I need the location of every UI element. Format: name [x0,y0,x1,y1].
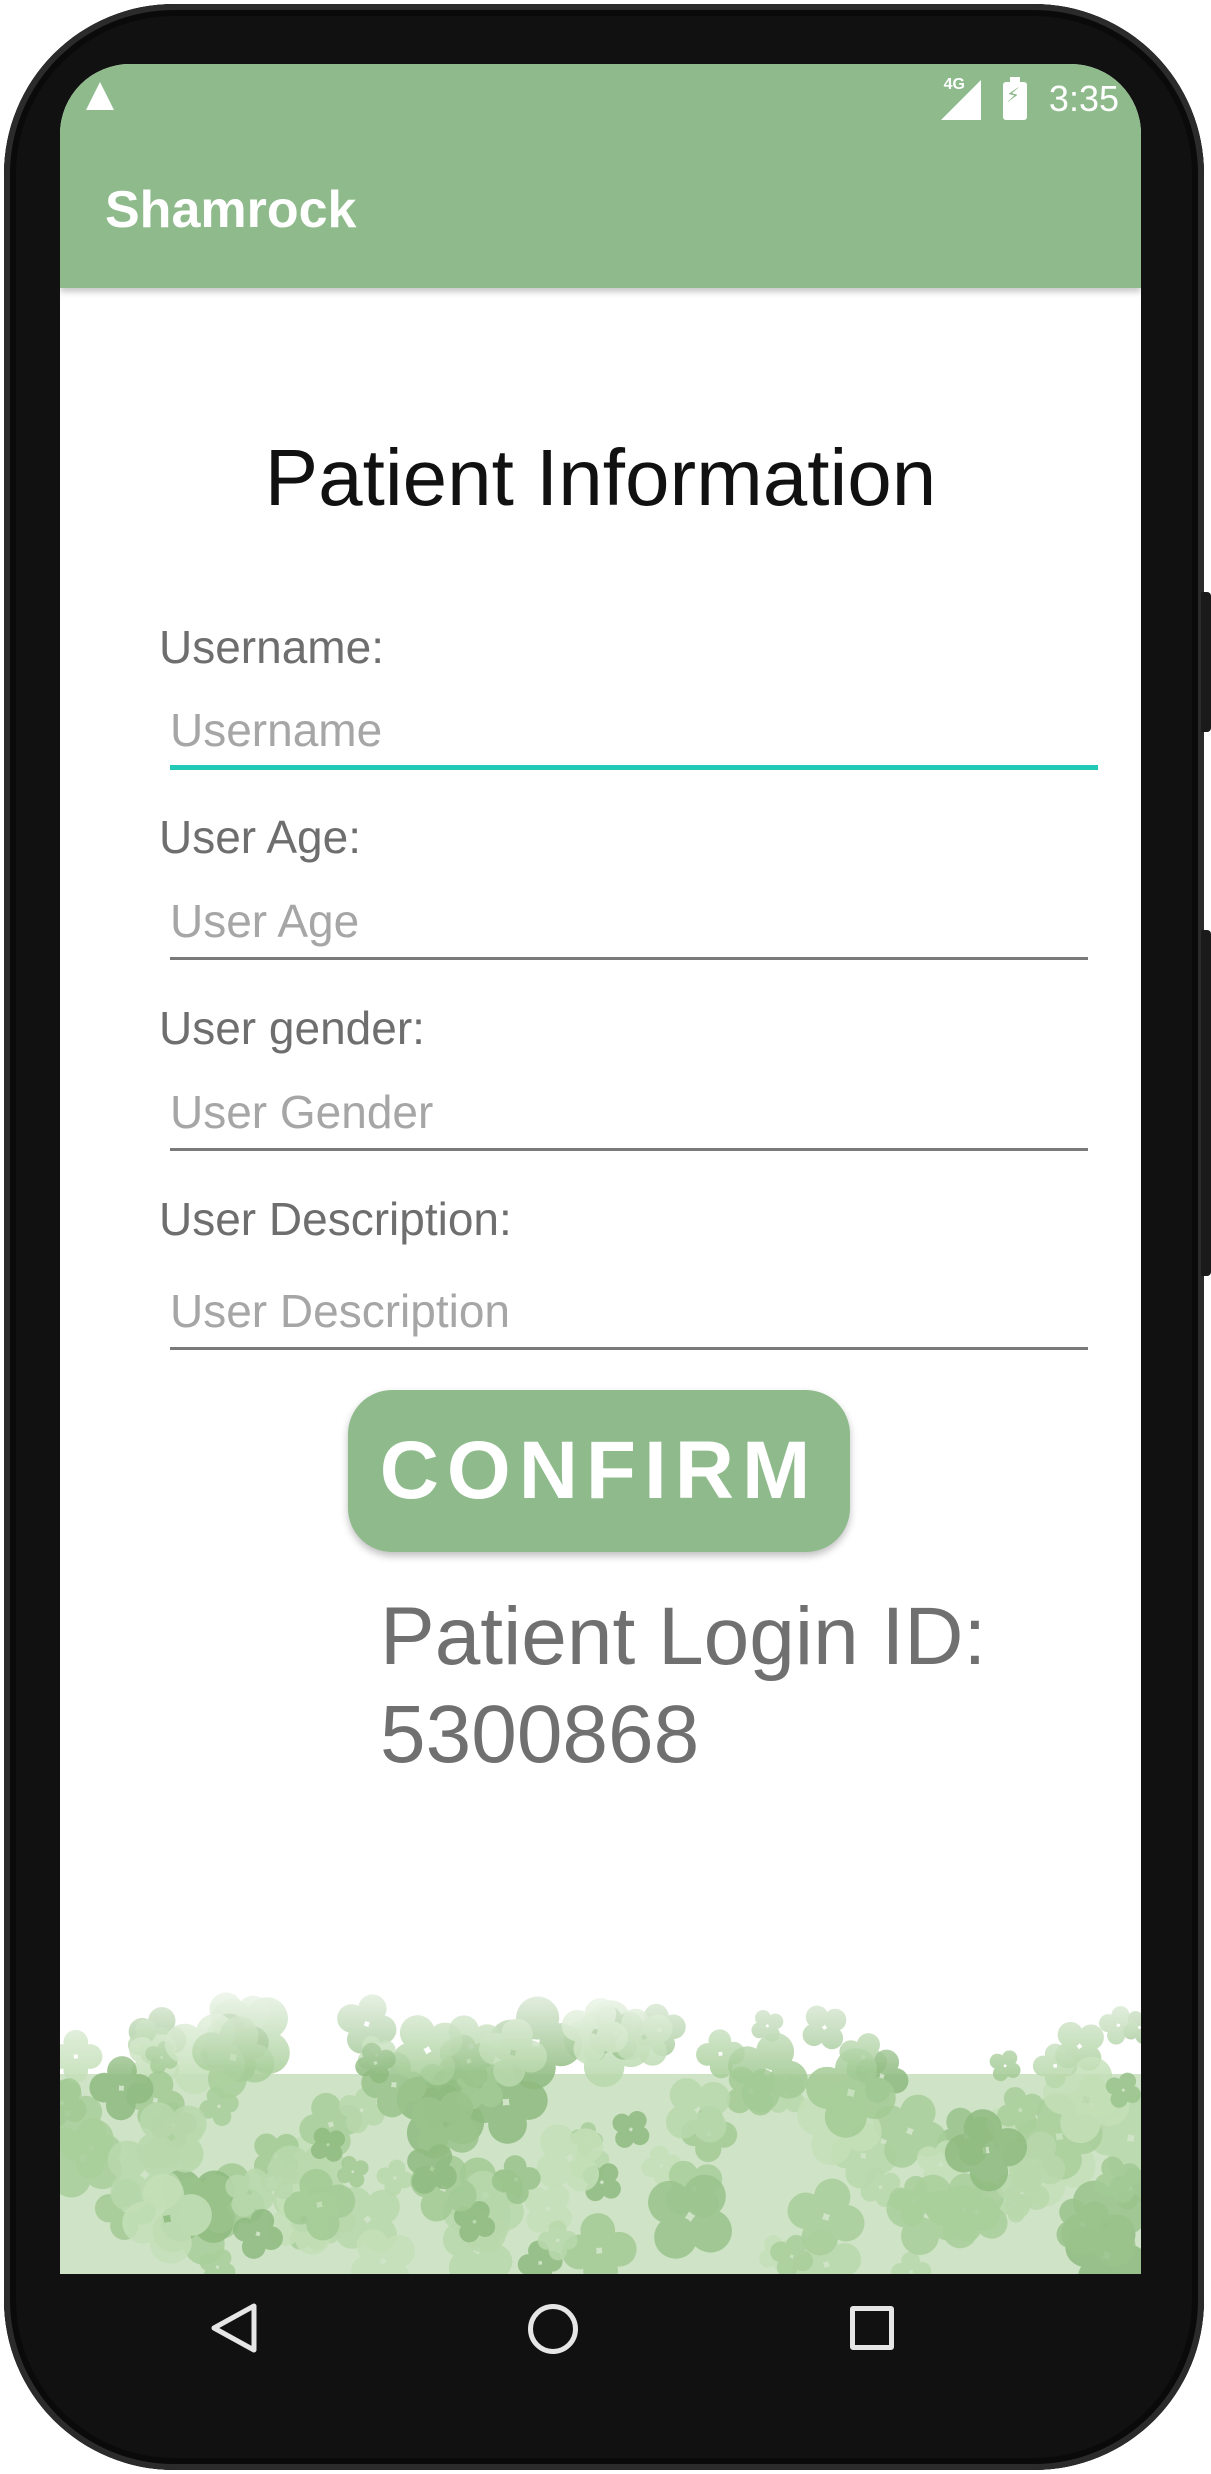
app-bar: 4G 3:35 Shamrock [60,64,1141,288]
recents-icon[interactable] [850,2306,894,2350]
login-id-label: Patient Login ID: [380,1591,987,1682]
gender-input[interactable] [170,1075,1088,1151]
app-title: Shamrock [105,181,357,239]
username-input[interactable] [170,694,1098,770]
status-time: 3:35 [1048,78,1119,119]
notification-icon [86,82,114,110]
battery-icon [1003,77,1027,120]
home-icon[interactable] [528,2304,578,2354]
gender-label: User gender: [159,1002,425,1054]
description-label: User Description: [159,1193,512,1245]
confirm-button[interactable]: CONFIRM [348,1390,850,1552]
navigation-bar [12,2274,1199,2404]
login-id-value: 5300868 [380,1689,700,1780]
age-input[interactable] [170,884,1088,960]
shamrock-background-image [60,1964,1141,2274]
page-title: Patient Information [264,433,937,522]
power-button [1201,592,1211,732]
screen: 4G 3:35 Shamrock Patient Information Use… [60,64,1141,2274]
patient-login-id: Patient Login ID: 5300868 [380,1588,1100,1784]
username-label: Username: [159,621,384,673]
device-frame: 4G 3:35 Shamrock Patient Information Use… [0,0,1211,2474]
volume-button [1201,930,1211,1276]
description-input[interactable] [170,1274,1088,1350]
back-icon[interactable] [208,2302,258,2354]
age-label: User Age: [159,811,361,863]
signal-icon [941,80,981,120]
